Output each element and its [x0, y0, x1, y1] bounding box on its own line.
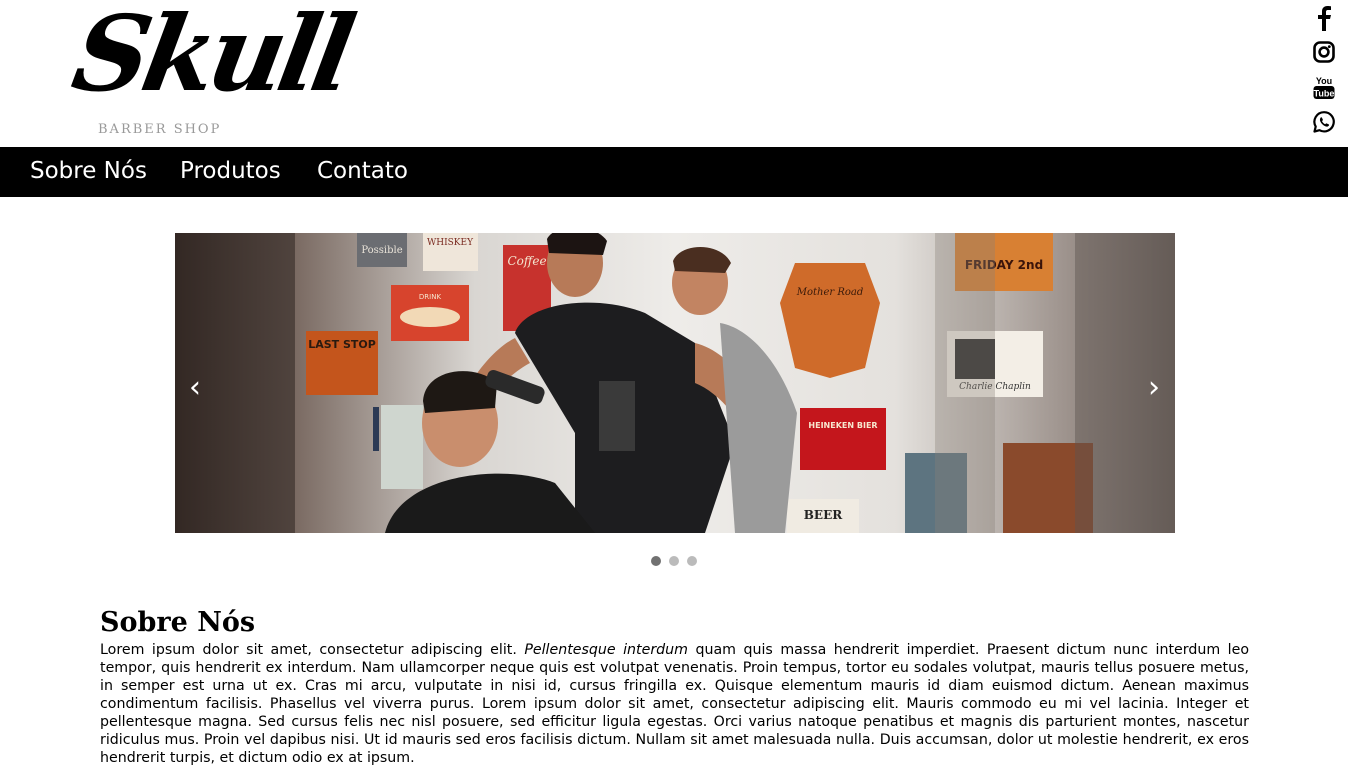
- whatsapp-link[interactable]: [1310, 108, 1338, 143]
- nav-item-sobre-nos[interactable]: Sobre Nós: [30, 156, 147, 186]
- about-text-part: Lorem ipsum dolor sit amet, consectetur …: [100, 642, 525, 658]
- poster-text: Coffee: [507, 254, 546, 268]
- poster-text: WHISKEY: [427, 238, 474, 248]
- carousel-next-button[interactable]: ›: [1148, 370, 1160, 406]
- carousel-slide-image: Possible WHISKEY Coffee DRINK LAST STOP …: [175, 233, 1175, 533]
- facebook-icon: [1318, 6, 1331, 31]
- about-text-part: quam quis massa hendrerit imperdiet. Pra…: [100, 642, 1249, 766]
- poster-text: BEER: [804, 508, 843, 522]
- social-links: You Tube: [1310, 3, 1338, 143]
- carousel-prev-button[interactable]: ‹: [189, 370, 201, 406]
- whatsapp-icon: [1313, 111, 1335, 133]
- youtube-icon-text-bottom: Tube: [1314, 89, 1335, 99]
- poster-text: LAST STOP: [308, 338, 376, 351]
- nav-item-contato[interactable]: Contato: [317, 156, 408, 186]
- poster-text: Mother Road: [796, 287, 864, 298]
- youtube-icon-text-top: You: [1316, 76, 1332, 86]
- logo-wordmark: Skull: [64, 0, 358, 115]
- instagram-link[interactable]: [1310, 38, 1338, 73]
- carousel-dot-2[interactable]: [669, 556, 679, 566]
- instagram-icon: [1313, 41, 1335, 63]
- site-header: Skull BARBER SHOP You Tube: [0, 0, 1348, 147]
- youtube-icon: You Tube: [1313, 76, 1335, 99]
- poster-text: Possible: [361, 245, 402, 256]
- facebook-link[interactable]: [1310, 3, 1338, 38]
- poster-text: DRINK: [419, 293, 442, 301]
- logo-tagline: BARBER SHOP: [98, 122, 222, 137]
- about-text-emphasis: Pellentesque interdum: [524, 642, 688, 658]
- poster-text: HEINEKEN BIER: [808, 421, 877, 430]
- nav-item-produtos[interactable]: Produtos: [180, 156, 281, 186]
- carousel-dot-1[interactable]: [651, 556, 661, 566]
- hero-carousel: Possible WHISKEY Coffee DRINK LAST STOP …: [175, 233, 1175, 533]
- carousel-dot-3[interactable]: [687, 556, 697, 566]
- youtube-link[interactable]: You Tube: [1310, 73, 1338, 108]
- main-nav: Sobre Nós Produtos Contato: [0, 147, 1348, 197]
- logo[interactable]: Skull BARBER SHOP: [64, 0, 357, 140]
- about-text: Lorem ipsum dolor sit amet, consectetur …: [100, 641, 1249, 767]
- about-title: Sobre Nós: [100, 607, 256, 638]
